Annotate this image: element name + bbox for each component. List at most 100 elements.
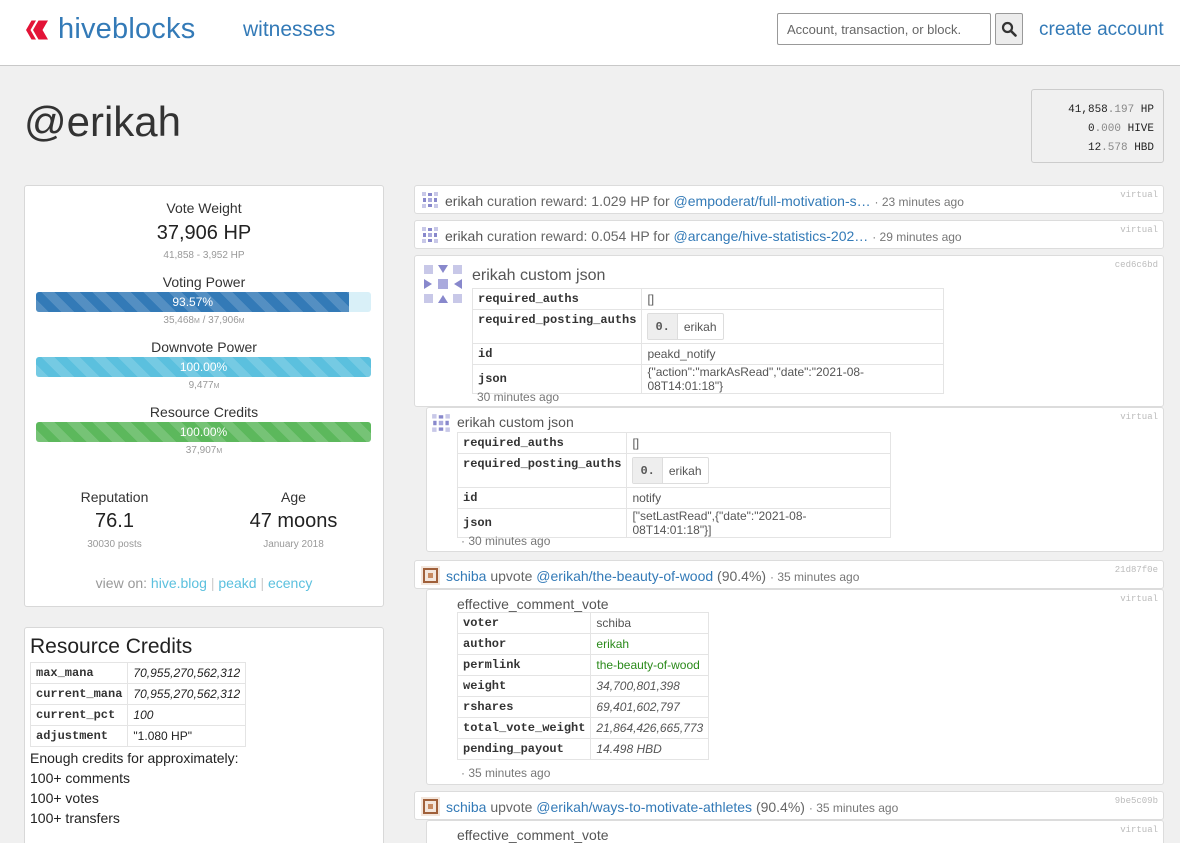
operation-custom-json-virtual: erikah custom json required_auths[] requ… [426, 407, 1164, 552]
operation-text: schiba upvote @erikah/the-beauty-of-wood… [446, 568, 860, 584]
rc-title: Resource Credits [30, 635, 193, 658]
table-row: required_auths[] [471, 288, 945, 310]
operation-tag: ced6c6bd [1114, 260, 1158, 270]
view-on-links: view on: hive.blog | peakd | ecency [95, 575, 313, 591]
rc-comments: 100+ comments [30, 770, 130, 786]
downvote-power-sub: 9,477M [188, 380, 220, 391]
operation-tag: virtual [1120, 225, 1158, 235]
operation-effective-comment-vote: effective_comment_vote virtual [426, 820, 1164, 843]
downvote-power-label: Downvote Power [151, 339, 257, 355]
rc-transfers: 100+ transfers [30, 810, 120, 826]
table-row: total_vote_weight 21,864,426,665,773 [456, 717, 710, 739]
create-account-link[interactable]: create account [1039, 19, 1164, 41]
operation-detail-table: required_auths[] required_posting_auths 0… [471, 288, 945, 394]
operation-age: 23 minutes ago [881, 195, 964, 209]
join-date: January 2018 [263, 539, 324, 550]
peakd-link[interactable]: peakd [218, 575, 256, 591]
operation-tag: virtual [1120, 825, 1158, 835]
reputation-block: Reputation 76.1 30030 posts [25, 489, 204, 550]
table-row: required_auths[] [456, 432, 892, 454]
operation-tag: 21d87f0e [1114, 565, 1158, 575]
table-row: required_posting_auths 0. erikah [456, 453, 892, 488]
balance-hive: 0.000 HIVE [1087, 123, 1154, 135]
account-link[interactable]: schiba [446, 799, 486, 815]
resource-credits-label: Resource Credits [149, 404, 259, 420]
account-stats-panel: Vote Weight 37,906 HP 41,858 - 3,952 HP … [24, 185, 384, 607]
table-row: voter schiba [456, 612, 710, 634]
resource-credits-fill: 100.00% [36, 422, 371, 442]
operation-detail-table: voter schiba author erikah permlink the-bea… [456, 612, 710, 760]
hive-blog-link[interactable]: hive.blog [151, 575, 207, 591]
post-link[interactable]: @erikah/ways-to-motivate-athletes [536, 799, 752, 815]
post-link[interactable]: @arcange/hive-statistics-202… [674, 228, 869, 244]
brand-name: hiveblocks [58, 13, 196, 45]
balance-hp: 41,858.197 HP [1068, 104, 1154, 116]
resource-credits-sub: 37,907M [185, 445, 223, 456]
resource-credits-bar: 100.00% [36, 422, 371, 442]
operation-curation-reward: erikah curation reward: 1.029 HP for @em… [414, 185, 1164, 214]
view-on-label: view on: [95, 575, 148, 591]
resource-credits-panel: Resource Credits max_mana 70,955,270,562,… [24, 627, 384, 843]
age-value: 47 moons [249, 510, 338, 532]
account-link[interactable]: schiba [446, 568, 486, 584]
voting-power-sub: 35,468M / 37,906M [163, 315, 245, 326]
table-row: pending_payout 14.498 HBD [456, 738, 710, 760]
downvote-power-fill: 100.00% [36, 357, 371, 377]
identicon-icon [424, 265, 462, 303]
rc-votes: 100+ votes [30, 790, 99, 806]
operation-detail-table: required_auths[] required_posting_auths 0… [456, 432, 892, 538]
operation-text: erikah curation reward: 0.054 HP for @ar… [445, 228, 962, 244]
age-label: Age [281, 489, 306, 505]
rc-table: max_mana 70,955,270,562,312 current_mana 7… [29, 662, 247, 747]
table-row: author erikah [456, 633, 710, 655]
posting-auth-badge: 0. erikah [632, 457, 709, 484]
account-link[interactable]: erikah [457, 414, 495, 430]
operation-upvote: schiba upvote @erikah/ways-to-motivate-a… [414, 791, 1164, 820]
age-block: Age 47 moons January 2018 [204, 489, 383, 550]
operation-title: erikah custom json [457, 414, 574, 430]
table-row: current_pct 100 [29, 704, 247, 726]
operation-tag: virtual [1120, 412, 1158, 422]
vote-weight-value: 37,906 HP [156, 222, 252, 244]
reputation-label: Reputation [80, 489, 149, 505]
account-link[interactable]: erikah [445, 228, 483, 244]
operation-age: 30 minutes ago [477, 390, 560, 404]
operation-curation-reward: erikah curation reward: 0.054 HP for @ar… [414, 220, 1164, 249]
operation-age: 29 minutes ago [879, 230, 962, 244]
operation-text: erikah curation reward: 1.029 HP for @em… [445, 193, 964, 209]
operation-upvote: schiba upvote @erikah/the-beauty-of-wood… [414, 560, 1164, 589]
avatar-icon [421, 566, 440, 585]
post-count: 30030 posts [87, 539, 142, 550]
operation-age: 35 minutes ago [816, 801, 899, 815]
operation-effective-comment-vote: effective_comment_vote voter schiba autho… [426, 589, 1164, 785]
nav-witnesses-link[interactable]: witnesses [243, 18, 335, 42]
voting-power-bar: 93.57% [36, 292, 371, 312]
table-row: id peakd_notify [471, 343, 945, 365]
operation-age: 35 minutes ago [777, 570, 860, 584]
vote-weight-breakdown: 41,858 - 3,952 HP [163, 250, 245, 261]
brand-link[interactable]: hiveblocks [24, 13, 195, 46]
account-link[interactable]: erikah [472, 267, 516, 284]
balance-hbd: 12.578 HBD [1087, 142, 1154, 154]
operation-title: erikah custom json [472, 267, 606, 284]
post-link[interactable]: @erikah/the-beauty-of-wood [536, 568, 713, 584]
operation-title: effective_comment_vote [457, 596, 609, 612]
search-button[interactable] [995, 13, 1023, 45]
table-row: adjustment "1.080 HP" [29, 725, 247, 747]
account-username: @erikah [24, 98, 182, 145]
vote-weight-label: Vote Weight [166, 200, 242, 216]
operation-age: · 30 minutes ago [461, 534, 551, 548]
downvote-power-bar: 100.00% [36, 357, 371, 377]
operation-age: · 35 minutes ago [461, 766, 551, 780]
table-row: permlink the-beauty-of-wood [456, 654, 710, 676]
post-link[interactable]: @empoderat/full-motivation-s… [674, 193, 871, 209]
search-input[interactable] [777, 13, 991, 45]
table-row: rshares 69,401,602,797 [456, 696, 710, 718]
operation-tag: virtual [1120, 594, 1158, 604]
balances-box: 41,858.197 HP 0.000 HIVE 12.578 HBD [1031, 89, 1164, 163]
account-link[interactable]: erikah [445, 193, 483, 209]
ecency-link[interactable]: ecency [268, 575, 312, 591]
voting-power-label: Voting Power [162, 274, 246, 290]
operation-tag: virtual [1120, 190, 1158, 200]
table-row: max_mana 70,955,270,562,312 [29, 662, 247, 684]
